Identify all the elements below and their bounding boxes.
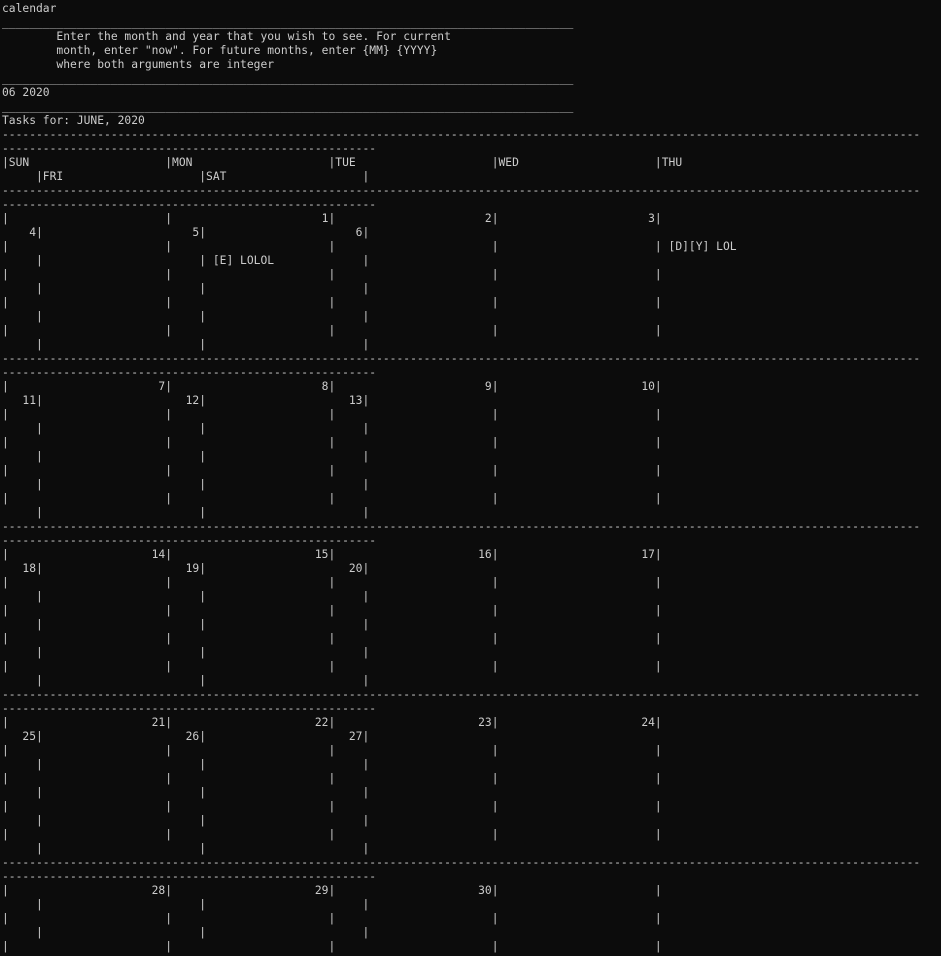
empty-cell-row: | | | [2, 842, 370, 855]
empty-cell-row: | | | | | [2, 268, 662, 281]
calendar-border: ----------------------------------------… [2, 366, 377, 379]
empty-cell-row: | | | [2, 478, 370, 491]
calendar-border: ----------------------------------------… [2, 688, 921, 701]
week-date-row: 25| 26| 27| [2, 730, 370, 743]
empty-cell-row: | | | | | [2, 408, 662, 421]
empty-cell-row: | | | [2, 310, 370, 323]
task-row: | | | | | [D][Y] LOL [2, 240, 737, 253]
empty-cell-row: | | | | | [2, 632, 662, 645]
empty-cell-row: | | | | | [2, 436, 662, 449]
empty-cell-row: | | | | | [2, 912, 662, 925]
empty-cell-row: | | | | | [2, 660, 662, 673]
empty-cell-row: | | | [2, 422, 370, 435]
empty-cell-row: | | | [2, 898, 370, 911]
empty-cell-row: | | | [2, 926, 370, 939]
week-date-row: 11| 12| 13| [2, 394, 370, 407]
calendar-border: ----------------------------------------… [2, 184, 921, 197]
weekday-header: |FRI |SAT | [2, 170, 370, 183]
week-date-row: | 21| 22| 23| 24| [2, 716, 662, 729]
empty-cell-row: | | | | | [2, 772, 662, 785]
empty-cell-row: | | | | | [2, 828, 662, 841]
calendar-title: Tasks for: JUNE, 2020 [2, 114, 145, 127]
empty-cell-row: | | | [2, 450, 370, 463]
divider: ________________________________________… [2, 16, 574, 29]
week-date-row: 4| 5| 6| [2, 226, 370, 239]
empty-cell-row: | | | [2, 590, 370, 603]
calendar-border: ----------------------------------------… [2, 870, 377, 883]
week-date-row: | 28| 29| 30| | [2, 884, 662, 897]
empty-cell-row: | | | [2, 618, 370, 631]
calendar-border: ----------------------------------------… [2, 128, 921, 141]
calendar-border: ----------------------------------------… [2, 856, 921, 869]
calendar-border: ----------------------------------------… [2, 702, 377, 715]
empty-cell-row: | | | [2, 814, 370, 827]
prompt-command: calendar [2, 2, 57, 15]
empty-cell-row: | | | [2, 646, 370, 659]
empty-cell-row: | | | | | [2, 744, 662, 757]
empty-cell-row: | | | | | [2, 800, 662, 813]
week-date-row: | 14| 15| 16| 17| [2, 548, 662, 561]
empty-cell-row: | | | | | [2, 940, 662, 953]
empty-cell-row: | | | [2, 506, 370, 519]
empty-cell-row: | | | | | [2, 604, 662, 617]
week-date-row: | 7| 8| 9| 10| [2, 380, 662, 393]
instruction-line: where both arguments are integer [2, 58, 275, 71]
calendar-border: ----------------------------------------… [2, 534, 377, 547]
terminal-window[interactable]: calendar _______________________________… [2, 2, 941, 956]
empty-cell-row: | | | [2, 786, 370, 799]
empty-cell-row: | | | | | [2, 324, 662, 337]
empty-cell-row: | | | [2, 282, 370, 295]
calendar-border: ----------------------------------------… [2, 142, 377, 155]
calendar-border: ----------------------------------------… [2, 198, 377, 211]
empty-cell-row: | | | [2, 758, 370, 771]
calendar-border: ----------------------------------------… [2, 352, 921, 365]
task-row: | | [E] LOLOL | [2, 254, 370, 267]
empty-cell-row: | | | [2, 338, 370, 351]
calendar-border: ----------------------------------------… [2, 520, 921, 533]
week-date-row: | | 1| 2| 3| [2, 212, 662, 225]
empty-cell-row: | | | | | [2, 492, 662, 505]
week-date-row: 18| 19| 20| [2, 562, 370, 575]
empty-cell-row: | | | | | [2, 464, 662, 477]
instruction-line: Enter the month and year that you wish t… [2, 30, 451, 43]
empty-cell-row: | | | [2, 674, 370, 687]
empty-cell-row: | | | | | [2, 296, 662, 309]
weekday-header: |SUN |MON |TUE |WED |THU [2, 156, 683, 169]
instruction-line: month, enter "now". For future months, e… [2, 44, 438, 57]
empty-cell-row: | | | | | [2, 576, 662, 589]
user-input: 06 2020 [2, 86, 50, 99]
divider: ________________________________________… [2, 100, 574, 113]
divider: ________________________________________… [2, 72, 574, 85]
